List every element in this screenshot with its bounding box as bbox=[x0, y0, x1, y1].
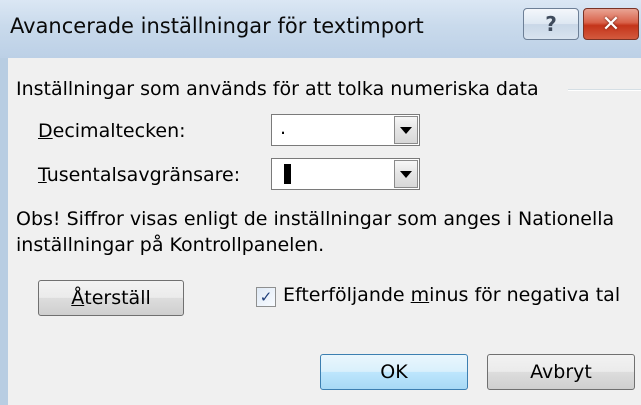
checkmark-icon: ✓ bbox=[259, 287, 273, 306]
text-cursor bbox=[284, 164, 291, 184]
decimal-separator-label: Decimaltecken: bbox=[38, 120, 186, 142]
thousands-separator-label: Tusentalsavgränsare: bbox=[38, 164, 241, 186]
thousands-separator-combobox[interactable] bbox=[271, 158, 420, 190]
help-icon: ? bbox=[545, 12, 557, 36]
dialog-window: Avancerade inställningar för textimport … bbox=[0, 0, 641, 405]
chevron-down-icon bbox=[400, 170, 412, 178]
title-bar[interactable]: Avancerade inställningar för textimport … bbox=[0, 0, 641, 58]
help-button[interactable]: ? bbox=[523, 8, 579, 40]
window-title: Avancerade inställningar för textimport bbox=[10, 14, 424, 38]
info-note: Obs! Siffror visas enligt de inställning… bbox=[16, 208, 615, 256]
group-label: Inställningar som används för att tolka … bbox=[16, 78, 539, 100]
group-divider bbox=[568, 89, 641, 91]
dialog-body: Inställningar som används för att tolka … bbox=[8, 58, 641, 405]
close-button[interactable]: ✕ bbox=[583, 8, 639, 40]
decimal-separator-combobox[interactable]: . bbox=[271, 114, 420, 146]
trailing-minus-checkbox[interactable]: ✓ bbox=[256, 287, 276, 307]
close-icon: ✕ bbox=[601, 11, 621, 37]
reset-button[interactable]: Återställ bbox=[38, 280, 184, 316]
decimal-separator-value[interactable]: . bbox=[280, 117, 286, 139]
trailing-minus-label[interactable]: Efterföljande minus för negativa tal bbox=[283, 284, 620, 306]
decimal-dropdown-button[interactable] bbox=[394, 116, 418, 144]
thousands-dropdown-button[interactable] bbox=[394, 160, 418, 188]
ok-button[interactable]: OK bbox=[320, 354, 468, 390]
cancel-button[interactable]: Avbryt bbox=[487, 354, 635, 390]
chevron-down-icon bbox=[400, 126, 412, 134]
